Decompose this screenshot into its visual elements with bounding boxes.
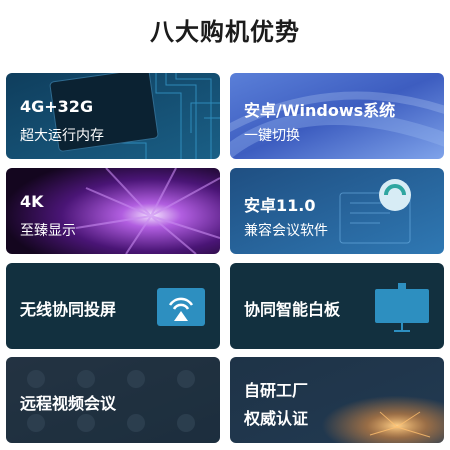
card-line1: 4K	[20, 192, 44, 211]
card-video-conference[interactable]: 远程视频会议	[6, 357, 220, 443]
card-factory[interactable]: 自研工厂 权威认证	[230, 357, 444, 443]
chip-icon	[6, 73, 220, 159]
card-line2: 一键切换	[244, 128, 300, 144]
card-line1: 安卓/Windows系统	[244, 101, 396, 120]
card-4k[interactable]: 4K 至臻显示	[6, 168, 220, 254]
card-line1: 安卓11.0	[244, 196, 316, 215]
card-wireless-cast[interactable]: 无线协同投屏	[6, 263, 220, 349]
card-line2: 至臻显示	[20, 223, 76, 239]
card-android[interactable]: 安卓11.0 兼容会议软件	[230, 168, 444, 254]
purple-flower-icon	[6, 168, 220, 254]
whiteboard-icon	[375, 283, 429, 332]
card-dual-os[interactable]: 安卓/Windows系统 一键切换	[230, 73, 444, 159]
card-memory[interactable]: 4G+32G 超大运行内存	[6, 73, 220, 159]
card-line2: 兼容会议软件	[244, 223, 328, 239]
card-line1: 远程视频会议	[20, 394, 117, 413]
page-title: 八大购机优势	[150, 18, 300, 46]
card-line1: 自研工厂	[244, 381, 309, 400]
card-whiteboard[interactable]: 协同智能白板	[230, 263, 444, 349]
card-line1: 4G+32G	[20, 97, 94, 116]
card-line1: 协同智能白板	[244, 300, 341, 319]
card-line2: 超大运行内存	[20, 128, 104, 144]
card-line1: 无线协同投屏	[20, 300, 117, 319]
card-line2: 权威认证	[244, 409, 309, 428]
screen-cast-icon	[157, 288, 205, 326]
